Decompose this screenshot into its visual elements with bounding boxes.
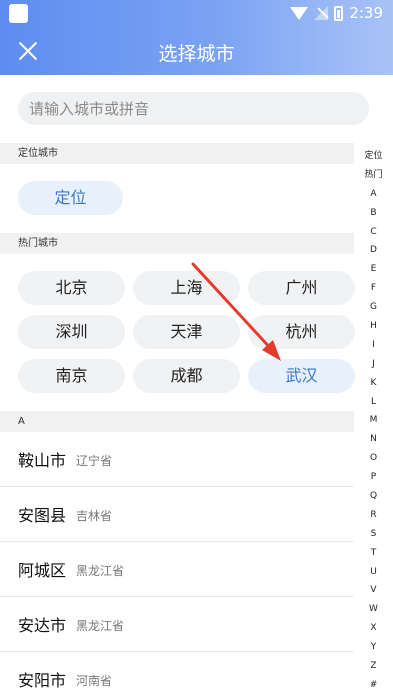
index-letter[interactable]: L — [361, 393, 386, 412]
index-letter[interactable]: U — [361, 563, 386, 582]
index-letter[interactable]: D — [361, 241, 386, 260]
city-list-item[interactable]: 安图县 吉林省 — [0, 487, 354, 542]
hot-city-chip[interactable]: 杭州 — [248, 315, 355, 349]
hot-city-chip[interactable]: 广州 — [248, 271, 355, 305]
index-letter[interactable]: P — [361, 468, 386, 487]
province-name: 黑龙江省 — [76, 619, 125, 633]
index-letter[interactable]: J — [361, 355, 386, 374]
notification-icon — [9, 4, 28, 23]
city-list-item[interactable]: 安达市 黑龙江省 — [0, 597, 354, 652]
index-letter[interactable]: Y — [361, 638, 386, 657]
signal-icon — [314, 6, 329, 20]
index-letter[interactable]: 热门 — [361, 166, 386, 185]
battery-icon — [334, 5, 344, 21]
hot-city-chip[interactable]: 上海 — [133, 271, 240, 305]
locate-button[interactable]: 定位 — [18, 181, 123, 215]
index-letter[interactable]: W — [361, 600, 386, 619]
hot-city-chip[interactable]: 南京 — [18, 359, 125, 393]
hot-city-chip-selected[interactable]: 武汉 — [248, 359, 355, 393]
index-letter[interactable]: R — [361, 506, 386, 525]
hot-cities-header: 热门城市 — [0, 233, 354, 254]
city-name: 安达市 — [18, 616, 67, 635]
index-letter[interactable]: I — [361, 336, 386, 355]
index-letter[interactable]: 定位 — [361, 147, 386, 166]
province-name: 吉林省 — [76, 509, 113, 523]
index-letter[interactable]: Q — [361, 487, 386, 506]
page-title: 选择城市 — [158, 43, 235, 65]
search-input[interactable] — [29, 99, 369, 118]
alphabet-index-bar[interactable]: 定位 热门 A B C D E F G H I J K L M N O P Q … — [361, 147, 386, 695]
index-letter[interactable]: B — [361, 204, 386, 223]
search-box[interactable] — [18, 92, 369, 125]
index-letter[interactable]: M — [361, 411, 386, 430]
index-letter[interactable]: E — [361, 260, 386, 279]
hot-city-chip[interactable]: 北京 — [18, 271, 125, 305]
letter-section-header: A — [0, 411, 354, 432]
city-name: 安图县 — [18, 506, 67, 525]
index-letter[interactable]: C — [361, 223, 386, 242]
navigation-bar: 选择城市 — [0, 28, 393, 75]
index-letter[interactable]: V — [361, 581, 386, 600]
city-name: 阿城区 — [18, 561, 67, 580]
index-letter[interactable]: G — [361, 298, 386, 317]
index-letter[interactable]: N — [361, 430, 386, 449]
hot-city-chip[interactable]: 天津 — [133, 315, 240, 349]
city-name: 安阳市 — [18, 671, 67, 690]
province-name: 黑龙江省 — [76, 564, 125, 578]
province-name: 河南省 — [76, 674, 113, 688]
index-letter[interactable]: T — [361, 544, 386, 563]
index-letter[interactable]: K — [361, 374, 386, 393]
hot-city-chip[interactable]: 成都 — [133, 359, 240, 393]
index-letter[interactable]: H — [361, 317, 386, 336]
city-name: 鞍山市 — [18, 451, 67, 470]
city-list-item[interactable]: 阿城区 黑龙江省 — [0, 542, 354, 597]
index-letter[interactable]: X — [361, 619, 386, 638]
status-time: 2:39 — [349, 4, 383, 22]
index-letter[interactable]: S — [361, 525, 386, 544]
location-section-header: 定位城市 — [0, 143, 354, 164]
index-letter[interactable]: A — [361, 185, 386, 204]
index-letter[interactable]: F — [361, 279, 386, 298]
hot-city-chip[interactable]: 深圳 — [18, 315, 125, 349]
header-background: 2:39 选择城市 — [0, 0, 393, 75]
city-list-item[interactable]: 鞍山市 辽宁省 — [0, 432, 354, 487]
index-letter[interactable]: # — [361, 676, 386, 695]
wifi-icon — [290, 6, 309, 20]
province-name: 辽宁省 — [76, 454, 113, 468]
city-list-item[interactable]: 安阳市 河南省 — [0, 652, 354, 698]
index-letter[interactable]: O — [361, 449, 386, 468]
status-bar: 2:39 — [0, 0, 393, 28]
index-letter[interactable]: Z — [361, 657, 386, 676]
